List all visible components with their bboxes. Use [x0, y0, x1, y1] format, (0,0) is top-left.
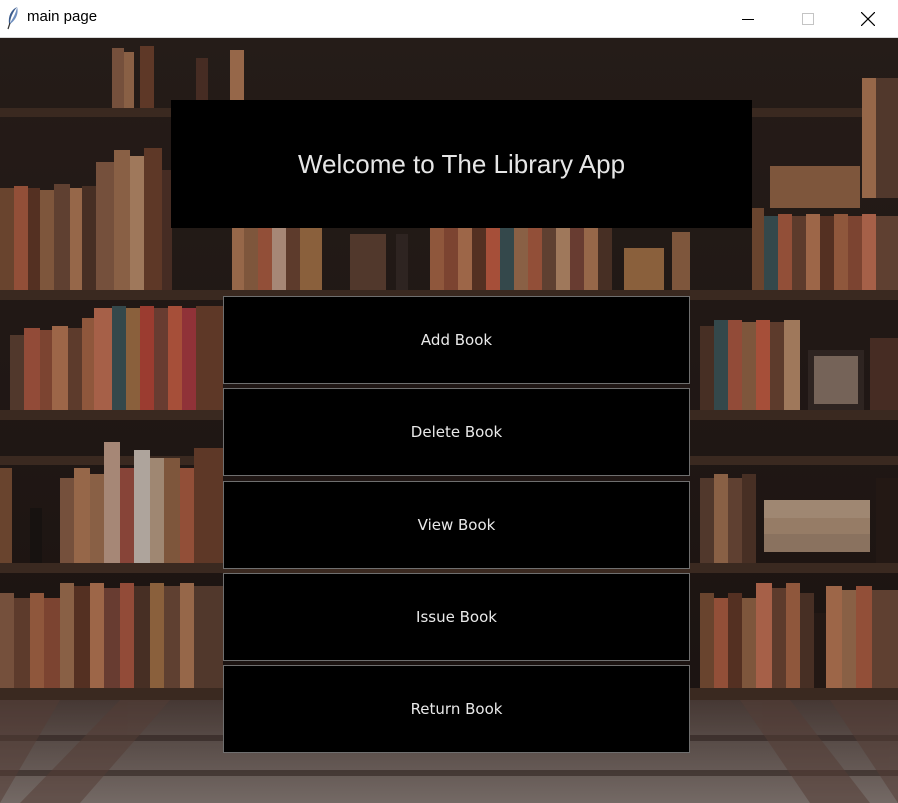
- maximize-button[interactable]: [778, 0, 838, 37]
- header-banner: Welcome to The Library App: [171, 100, 752, 228]
- view-book-button[interactable]: View Book: [223, 481, 690, 569]
- minimize-icon: [742, 18, 754, 20]
- title-bar: main page: [0, 0, 898, 38]
- close-icon: [861, 11, 875, 26]
- delete-book-button[interactable]: Delete Book: [223, 388, 690, 476]
- header-title: Welcome to The Library App: [297, 148, 626, 179]
- issue-book-button[interactable]: Issue Book: [223, 573, 690, 661]
- window-title: main page: [27, 8, 98, 25]
- maximize-icon: [802, 12, 814, 25]
- feather-icon: [7, 7, 18, 30]
- main-window: main page Welcome to The Library App Add…: [0, 0, 898, 803]
- return-book-button[interactable]: Return Book: [223, 665, 690, 753]
- close-button[interactable]: [838, 0, 898, 37]
- add-book-button[interactable]: Add Book: [223, 296, 690, 384]
- minimize-button[interactable]: [718, 0, 778, 37]
